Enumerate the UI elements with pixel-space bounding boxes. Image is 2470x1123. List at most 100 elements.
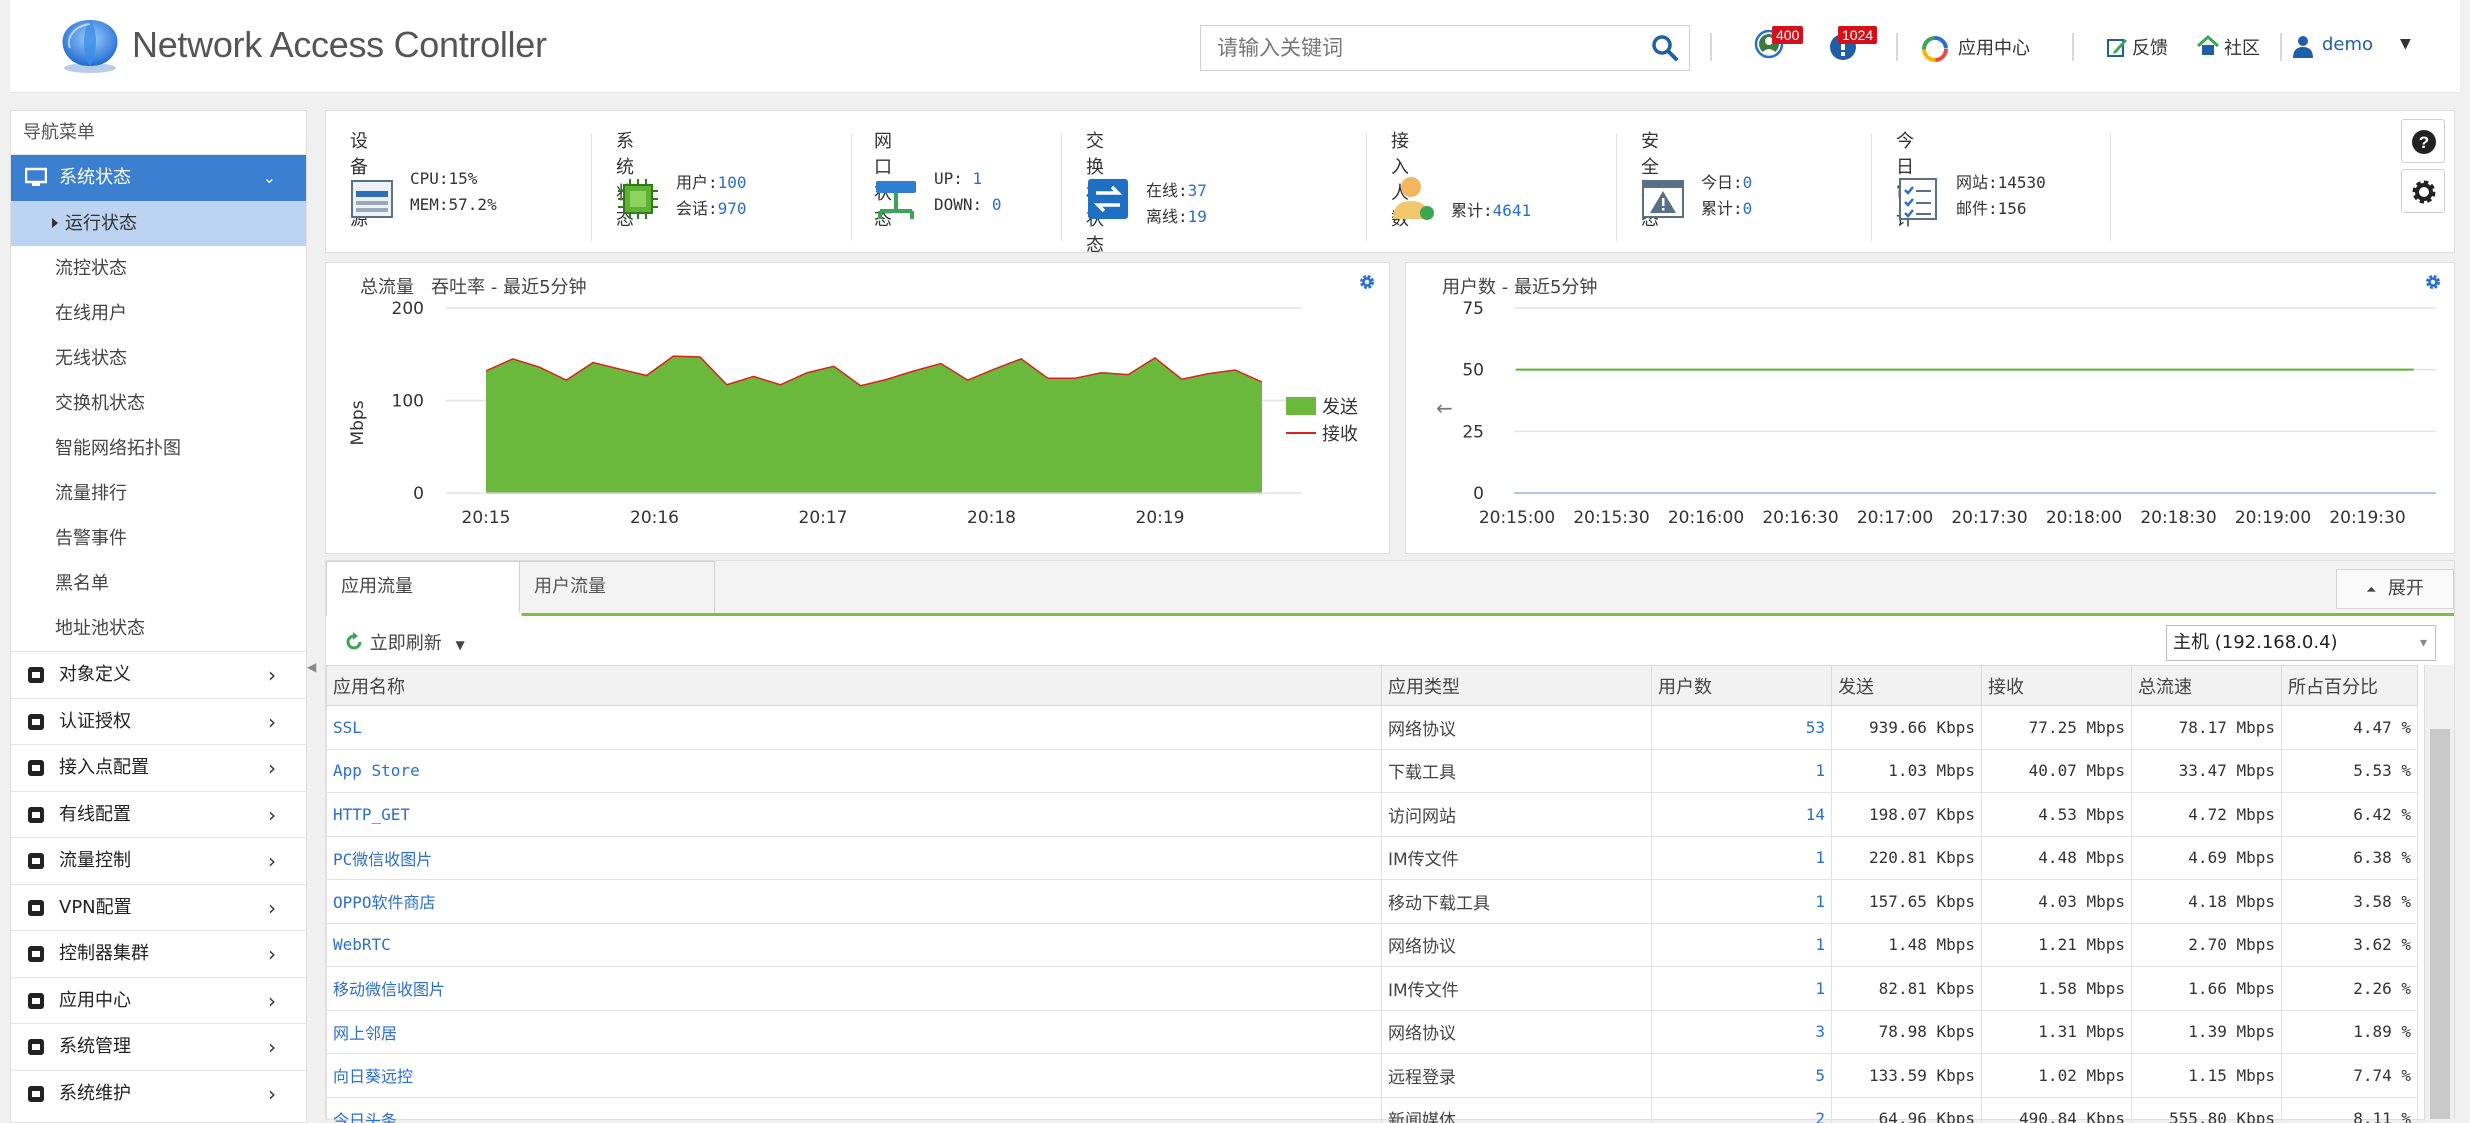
nav-group-item[interactable]: 应用中心 › — [11, 976, 306, 1024]
table-row[interactable]: 移动微信收图片 IM传文件 1 82.81 Kbps 1.58 Mbps 1.66 Mbp… — [326, 966, 2418, 1011]
cell-users[interactable]: 1 — [1651, 879, 1832, 924]
cell-recv: 40.07 Mbps — [1981, 748, 2132, 793]
feedback-link[interactable]: 反馈 — [2132, 34, 2168, 60]
host-select[interactable]: 主机 (192.168.0.4) ▾ — [2166, 625, 2436, 661]
cell-users[interactable]: 14 — [1651, 792, 1832, 837]
cell-users[interactable]: 53 — [1651, 705, 1832, 750]
feedback-icon[interactable] — [2106, 36, 2128, 58]
search-input[interactable] — [1201, 26, 1641, 70]
cell-name[interactable]: 移动微信收图片 — [326, 966, 1382, 1011]
cell-users[interactable]: 2 — [1651, 1096, 1832, 1123]
cell-name[interactable]: OPPO软件商店 — [326, 879, 1382, 924]
column-header[interactable]: 应用名称 — [326, 665, 1382, 706]
online-value[interactable]: 37 — [1188, 181, 1207, 200]
nav-title: 导航菜单 — [11, 111, 306, 155]
sidebar-item-sub[interactable]: 在线用户 — [11, 291, 306, 336]
chevron-right-icon: › — [268, 756, 276, 780]
search-icon[interactable] — [1651, 34, 1679, 62]
table-row[interactable]: 今日头条 新闻媒体 2 64.96 Kbps 490.84 Kbps 555.80 Kbp… — [326, 1096, 2418, 1123]
nav-group-item[interactable]: 认证授权 › — [11, 697, 306, 745]
stat-separator — [851, 133, 852, 241]
nav-group-item[interactable]: 有线配置 › — [11, 790, 306, 838]
sidebar-item-sub[interactable]: 黑名单 — [11, 561, 306, 606]
down-value[interactable]: 0 — [992, 195, 1002, 214]
scrollbar-thumb[interactable] — [2430, 729, 2450, 1119]
today-value[interactable]: 0 — [1743, 173, 1753, 192]
up-value[interactable]: 1 — [973, 169, 983, 188]
table-row[interactable]: HTTP_GET 访问网站 14 198.07 Kbps 4.53 Mbps 4.72 M… — [326, 792, 2418, 837]
chevron-down-icon[interactable]: ▼ — [2400, 36, 2411, 52]
cpu-value: 15% — [448, 169, 478, 188]
total-value[interactable]: 0 — [1743, 199, 1753, 218]
nav-group-system-status[interactable]: 系统状态 ⌄ — [11, 155, 306, 201]
offline-value[interactable]: 19 — [1188, 207, 1207, 226]
user-name[interactable]: demo — [2322, 34, 2373, 55]
home-icon[interactable] — [2196, 34, 2220, 58]
sidebar-item-sub[interactable]: 交换机状态 — [11, 381, 306, 426]
cell-users[interactable]: 1 — [1651, 748, 1832, 793]
header-separator — [1896, 33, 1898, 61]
help-button[interactable]: ? — [2401, 119, 2445, 163]
server-icon — [351, 180, 393, 218]
cell-total: 4.18 Mbps — [2131, 879, 2282, 924]
cell-name[interactable]: PC微信收图片 — [326, 835, 1382, 880]
column-header[interactable]: 用户数 — [1651, 665, 1832, 706]
refresh-button[interactable]: 立即刷新 ▼ — [344, 629, 465, 655]
sidebar-item-sub[interactable]: 地址池状态 — [11, 606, 306, 651]
cell-name[interactable]: 向日葵远控 — [326, 1053, 1382, 1098]
cell-pct: 3.58 % — [2281, 879, 2418, 924]
community-link[interactable]: 社区 — [2224, 34, 2260, 60]
cell-name[interactable]: HTTP_GET — [326, 792, 1382, 837]
alerts-badge: 400 — [1772, 26, 1804, 44]
sidebar-item-sub[interactable]: 无线状态 — [11, 336, 306, 381]
column-header[interactable]: 应用类型 — [1381, 665, 1652, 706]
nav-group-item[interactable]: 流量控制 › — [11, 837, 306, 884]
cell-users[interactable]: 1 — [1651, 835, 1832, 880]
cell-users[interactable]: 1 — [1651, 966, 1832, 1011]
column-header[interactable]: 接收 — [1981, 665, 2132, 706]
app-center-link[interactable]: 应用中心 — [1958, 34, 2030, 60]
nav-group-item[interactable]: 对象定义 › — [11, 651, 306, 698]
cell-name[interactable]: App Store — [326, 748, 1382, 793]
column-header[interactable]: 发送 — [1831, 665, 1982, 706]
sidebar-item-run-status[interactable]: 运行状态 — [11, 201, 306, 246]
table-row[interactable]: App Store 下载工具 1 1.03 Mbps 40.07 Mbps 33.47 M… — [326, 748, 2418, 793]
table-row[interactable]: OPPO软件商店 移动下载工具 1 157.65 Kbps 4.03 Mbps 4.18 … — [326, 879, 2418, 924]
cell-name[interactable]: 网上邻居 — [326, 1009, 1382, 1054]
cell-users[interactable]: 1 — [1651, 922, 1832, 967]
table-row[interactable]: SSL 网络协议 53 939.66 Kbps 77.25 Mbps 78.17 Mbps… — [326, 705, 2418, 750]
nav-group-item[interactable]: 系统维护 › — [11, 1069, 306, 1117]
column-header[interactable]: 所占百分比 — [2281, 665, 2418, 706]
sessions-value[interactable]: 970 — [718, 199, 747, 218]
table-scrollbar[interactable] — [2424, 665, 2454, 1121]
users-value[interactable]: 100 — [718, 173, 747, 192]
cell-name[interactable]: SSL — [326, 705, 1382, 750]
user-icon[interactable] — [2292, 34, 2314, 58]
column-header[interactable]: 总流速 — [2131, 665, 2282, 706]
sidebar-item-sub[interactable]: 告警事件 — [11, 516, 306, 561]
cell-users[interactable]: 5 — [1651, 1053, 1832, 1098]
sidebar-item-sub[interactable]: 流控状态 — [11, 246, 306, 291]
nav-group-item[interactable]: 控制器集群 › — [11, 930, 306, 977]
expand-button[interactable]: ⏶ 展开 — [2336, 569, 2454, 609]
users-label: 用户: — [676, 173, 718, 192]
nav-group-item[interactable]: 接入点配置 › — [11, 744, 306, 791]
table-row[interactable]: 向日葵远控 远程登录 5 133.59 Kbps 1.02 Mbps 1.15 Mbps 7… — [326, 1053, 2418, 1098]
cell-name[interactable]: 今日头条 — [326, 1096, 1382, 1123]
nav-group-item[interactable]: 系统管理 › — [11, 1023, 306, 1070]
sidebar-item-sub[interactable]: 智能网络拓扑图 — [11, 426, 306, 471]
tab-app-traffic[interactable]: 应用流量 — [326, 561, 522, 616]
caret-down-icon[interactable]: ▼ — [455, 638, 464, 652]
total-value[interactable]: 4641 — [1493, 201, 1532, 220]
settings-button[interactable] — [2401, 169, 2445, 213]
table-row[interactable]: PC微信收图片 IM传文件 1 220.81 Kbps 4.48 Mbps 4.69 Mb… — [326, 835, 2418, 880]
table-row[interactable]: WebRTC 网络协议 1 1.48 Mbps 1.21 Mbps 2.70 Mbps 3.… — [326, 922, 2418, 967]
cell-users[interactable]: 3 — [1651, 1009, 1832, 1054]
sidebar-collapse-handle[interactable]: ◀ — [307, 660, 317, 690]
tab-user-traffic[interactable]: 用户流量 — [519, 561, 715, 613]
cell-name[interactable]: WebRTC — [326, 922, 1382, 967]
sidebar-item-sub[interactable]: 流量排行 — [11, 471, 306, 516]
app-center-icon[interactable] — [1922, 36, 1948, 62]
table-row[interactable]: 网上邻居 网络协议 3 78.98 Kbps 1.31 Mbps 1.39 Mbps 1.8… — [326, 1009, 2418, 1054]
nav-group-item[interactable]: VPN配置 › — [11, 883, 306, 931]
